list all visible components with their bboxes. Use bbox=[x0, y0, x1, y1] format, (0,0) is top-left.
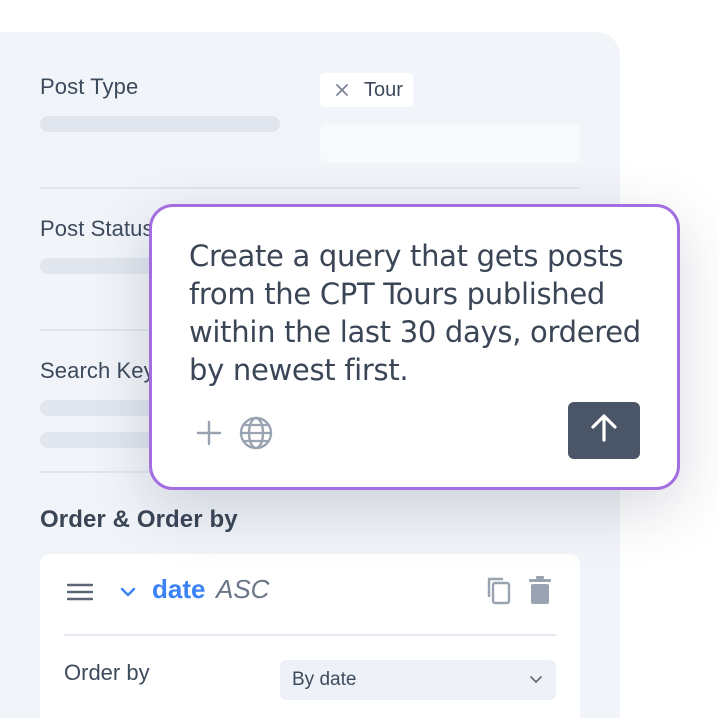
copy-icon[interactable] bbox=[484, 574, 514, 608]
chevron-down-icon[interactable] bbox=[118, 582, 138, 602]
send-button[interactable] bbox=[568, 402, 640, 459]
arrow-up-icon bbox=[589, 413, 619, 448]
divider bbox=[64, 634, 556, 636]
order-section-title: Order & Order by bbox=[40, 506, 238, 533]
post-type-chip: Tour bbox=[320, 73, 413, 107]
globe-icon[interactable] bbox=[238, 415, 274, 451]
drag-handle-icon[interactable] bbox=[66, 580, 94, 604]
order-by-value: By date bbox=[292, 669, 357, 690]
post-type-chip-label: Tour bbox=[364, 78, 403, 101]
post-type-description-placeholder bbox=[40, 116, 280, 132]
post-type-select[interactable] bbox=[320, 124, 580, 163]
order-by-label: Order by bbox=[64, 660, 150, 685]
prompt-text[interactable]: Create a query that gets posts from the … bbox=[189, 237, 659, 389]
trash-icon[interactable] bbox=[526, 574, 554, 608]
plus-icon[interactable] bbox=[194, 418, 224, 448]
close-icon[interactable] bbox=[320, 83, 364, 97]
divider bbox=[40, 187, 580, 189]
order-field: date bbox=[152, 574, 206, 604]
order-by-select[interactable]: By date bbox=[280, 660, 556, 700]
chevron-down-icon bbox=[530, 671, 542, 689]
order-direction: ASC bbox=[216, 574, 270, 604]
post-status-label: Post Status bbox=[40, 216, 154, 241]
ai-prompt-box[interactable]: Create a query that gets posts from the … bbox=[149, 204, 680, 490]
post-type-label: Post Type bbox=[40, 74, 139, 99]
order-rule-card: date ASC Order by By date bbox=[40, 554, 580, 718]
